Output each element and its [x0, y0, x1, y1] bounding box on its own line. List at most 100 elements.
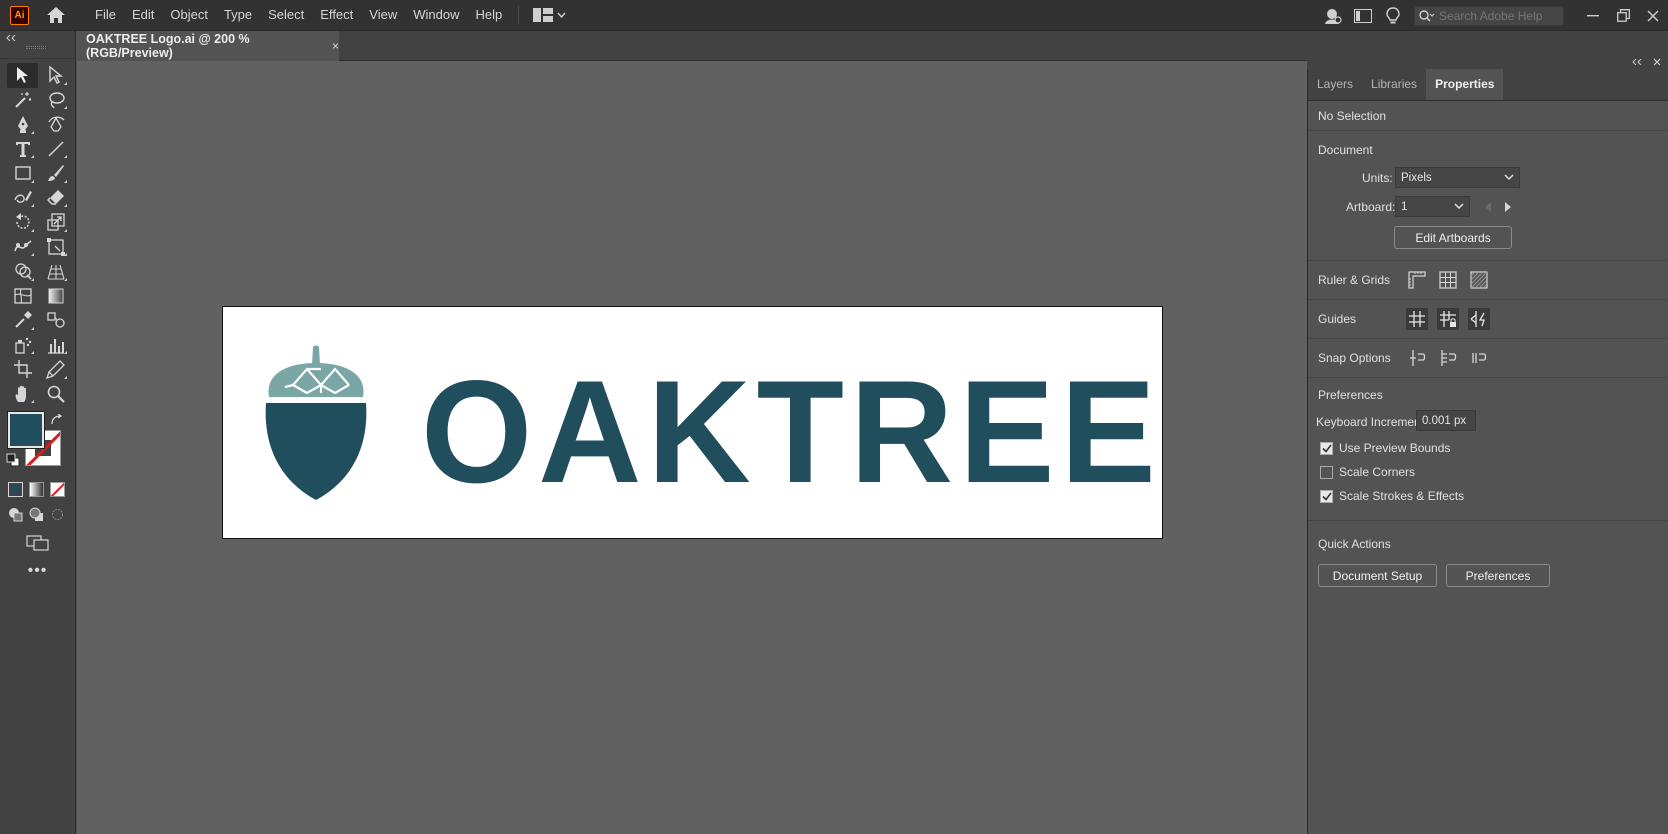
- lock-guides-icon[interactable]: [1437, 308, 1459, 330]
- default-fill-stroke-icon[interactable]: [6, 453, 20, 467]
- scale-corners-row[interactable]: Scale Corners: [1308, 460, 1668, 484]
- close-window-icon[interactable]: [1638, 0, 1668, 31]
- zoom-tool[interactable]: [40, 382, 71, 407]
- discover-lightbulb-icon[interactable]: [1378, 0, 1408, 31]
- collapse-panels-icon[interactable]: [1632, 59, 1642, 65]
- tool-grid: [0, 63, 75, 406]
- close-panel-icon[interactable]: [1653, 58, 1661, 66]
- draw-behind-icon[interactable]: [29, 507, 44, 522]
- use-preview-bounds-row[interactable]: Use Preview Bounds: [1308, 436, 1668, 460]
- gradient-mode-button[interactable]: [29, 482, 44, 497]
- menu-select[interactable]: Select: [260, 0, 312, 30]
- help-search-field[interactable]: [1414, 5, 1564, 26]
- rulers-icon[interactable]: [1406, 269, 1428, 291]
- menu-edit[interactable]: Edit: [124, 0, 162, 30]
- shaper-tool[interactable]: [7, 186, 38, 211]
- menu-file[interactable]: File: [87, 0, 124, 30]
- menu-window[interactable]: Window: [405, 0, 467, 30]
- preferences-button[interactable]: Preferences: [1446, 564, 1550, 587]
- grid-icon[interactable]: [1437, 269, 1459, 291]
- blend-tool[interactable]: [40, 308, 71, 333]
- panels-toggle-icon[interactable]: [1348, 0, 1378, 31]
- type-tool[interactable]: [7, 137, 38, 162]
- gradient-tool[interactable]: [40, 284, 71, 309]
- rectangle-tool[interactable]: [7, 161, 38, 186]
- color-mode-button[interactable]: [8, 482, 23, 497]
- menu-effect[interactable]: Effect: [312, 0, 361, 30]
- user-account-icon[interactable]: [1318, 0, 1348, 31]
- direct-selection-tool[interactable]: [40, 63, 71, 88]
- scale-strokes-effects-row[interactable]: Scale Strokes & Effects: [1308, 484, 1668, 508]
- next-artboard-icon[interactable]: [1504, 202, 1512, 212]
- arrange-documents-button[interactable]: [527, 8, 572, 22]
- none-mode-button[interactable]: [50, 482, 65, 497]
- tab-properties[interactable]: Properties: [1426, 69, 1504, 100]
- ruler-grids-label: Ruler & Grids: [1318, 273, 1391, 287]
- home-icon[interactable]: [43, 4, 69, 26]
- swap-fill-stroke-icon[interactable]: [50, 414, 64, 426]
- snap-to-pixel-icon[interactable]: [1437, 347, 1459, 369]
- curvature-tool[interactable]: [40, 112, 71, 137]
- canvas-area[interactable]: OAKTREE: [77, 61, 1307, 834]
- collapse-panel-icon[interactable]: [6, 35, 16, 41]
- eyedropper-tool[interactable]: [7, 308, 38, 333]
- screen-mode-icon[interactable]: [25, 534, 50, 552]
- artboard-tool[interactable]: [7, 357, 38, 382]
- keyboard-increment-label: Keyboard Increment:: [1316, 415, 1428, 429]
- menu-help[interactable]: Help: [467, 0, 510, 30]
- shape-builder-tool[interactable]: [7, 259, 38, 284]
- hand-tool[interactable]: [7, 382, 38, 407]
- menu-type[interactable]: Type: [216, 0, 260, 30]
- keyboard-increment-input[interactable]: 0.001 px: [1416, 410, 1476, 431]
- color-mode-row: [0, 482, 75, 497]
- document-setup-button[interactable]: Document Setup: [1318, 564, 1437, 587]
- restore-window-icon[interactable]: [1608, 0, 1638, 31]
- perspective-grid-tool[interactable]: [40, 259, 71, 284]
- paintbrush-tool[interactable]: [40, 161, 71, 186]
- free-transform-tool[interactable]: [40, 235, 71, 260]
- mesh-tool[interactable]: [7, 284, 38, 309]
- use-preview-bounds-checkbox[interactable]: [1320, 441, 1333, 455]
- fill-color-swatch[interactable]: [7, 411, 45, 449]
- artboard[interactable]: OAKTREE: [222, 306, 1163, 539]
- snap-options-label: Snap Options: [1318, 351, 1391, 365]
- scale-corners-checkbox[interactable]: [1320, 465, 1333, 479]
- column-graph-tool[interactable]: [40, 333, 71, 358]
- close-tab-icon[interactable]: ×: [332, 39, 339, 53]
- menu-view[interactable]: View: [361, 0, 405, 30]
- magic-wand-tool[interactable]: [7, 88, 38, 113]
- snap-to-glyph-icon[interactable]: [1468, 347, 1490, 369]
- chevron-down-icon: [557, 12, 566, 18]
- scale-tool[interactable]: [40, 210, 71, 235]
- lasso-tool[interactable]: [40, 88, 71, 113]
- slice-tool[interactable]: [40, 357, 71, 382]
- show-guides-icon[interactable]: [1406, 308, 1428, 330]
- artboard-dropdown[interactable]: 1: [1395, 196, 1470, 217]
- document-tab[interactable]: OAKTREE Logo.ai @ 200 % (RGB/Preview) ×: [77, 31, 339, 61]
- drag-grip[interactable]: [26, 46, 46, 49]
- units-value: Pixels: [1401, 171, 1432, 184]
- units-dropdown[interactable]: Pixels: [1395, 167, 1520, 188]
- toolbar-header[interactable]: [0, 31, 75, 59]
- selection-tool[interactable]: [7, 63, 38, 88]
- tab-layers[interactable]: Layers: [1308, 69, 1362, 100]
- pen-tool[interactable]: [7, 112, 38, 137]
- eraser-tool[interactable]: [40, 186, 71, 211]
- transparency-grid-icon[interactable]: [1468, 269, 1490, 291]
- help-search-input[interactable]: [1439, 8, 1549, 23]
- draw-inside-icon[interactable]: [50, 507, 65, 522]
- menu-object[interactable]: Object: [162, 0, 216, 30]
- scale-strokes-effects-checkbox[interactable]: [1320, 489, 1333, 503]
- snap-to-point-icon[interactable]: [1406, 347, 1428, 369]
- puppet-warp-tool[interactable]: [7, 235, 38, 260]
- minimize-window-icon[interactable]: [1578, 0, 1608, 31]
- line-segment-tool[interactable]: [40, 137, 71, 162]
- smart-guides-icon[interactable]: [1468, 308, 1490, 330]
- rotate-tool[interactable]: [7, 210, 38, 235]
- tab-libraries[interactable]: Libraries: [1362, 69, 1426, 100]
- edit-artboards-button[interactable]: Edit Artboards: [1394, 226, 1512, 249]
- draw-normal-icon[interactable]: [8, 507, 23, 522]
- symbol-sprayer-tool[interactable]: [7, 333, 38, 358]
- edit-toolbar-button[interactable]: •••: [0, 562, 75, 580]
- previous-artboard-icon[interactable]: [1484, 202, 1492, 212]
